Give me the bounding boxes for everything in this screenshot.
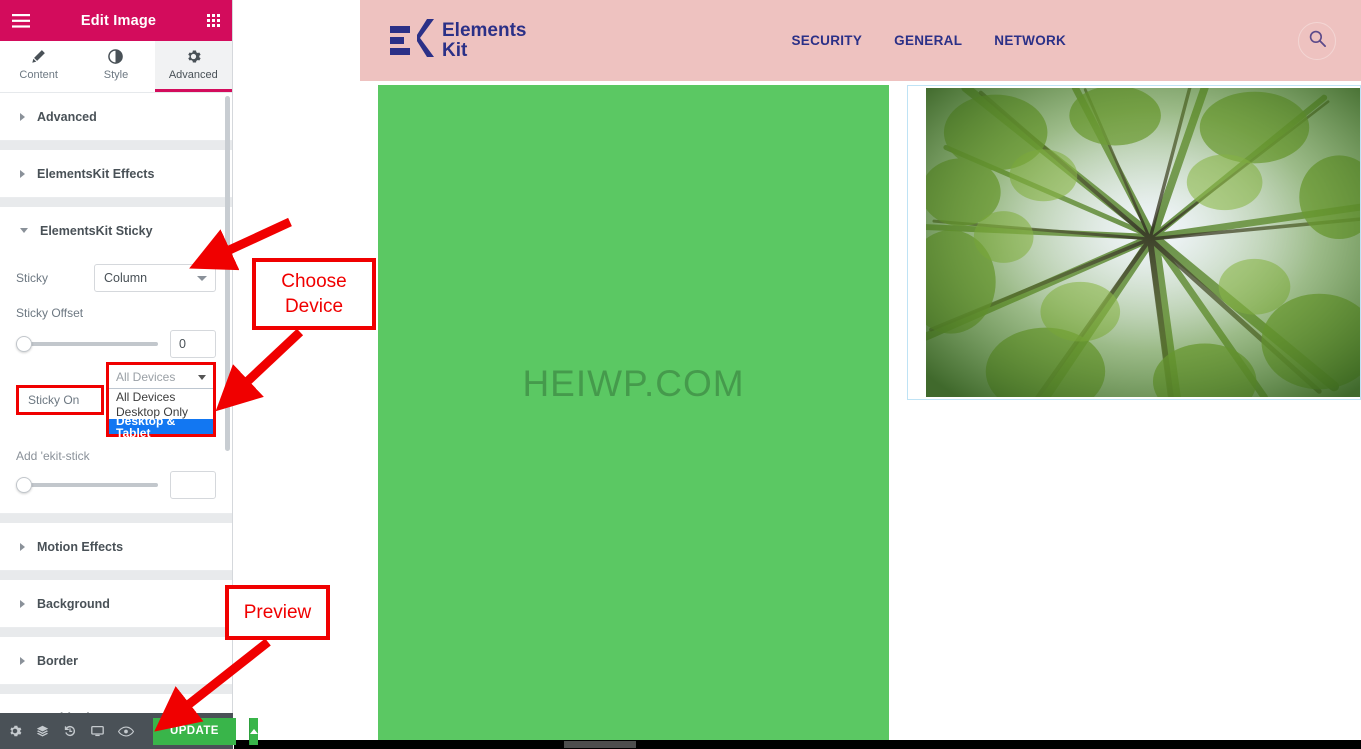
arrow-to-sticky-select [189,217,292,271]
annotation-choose-device: Choose Device [252,258,376,330]
annotation-preview-label: Preview [243,602,312,623]
elementor-editor-screen: Edit Image Content Style Advanced Advanc… [0,0,1361,749]
annotation-preview: Preview [225,585,330,640]
arrow-to-preview-icon [154,638,271,732]
annotation-choose-device-line2: Device [284,296,344,317]
arrow-to-device-dropdown [215,328,304,412]
annotation-choose-device-line1: Choose [281,271,347,292]
annotation-arrows [154,217,304,732]
